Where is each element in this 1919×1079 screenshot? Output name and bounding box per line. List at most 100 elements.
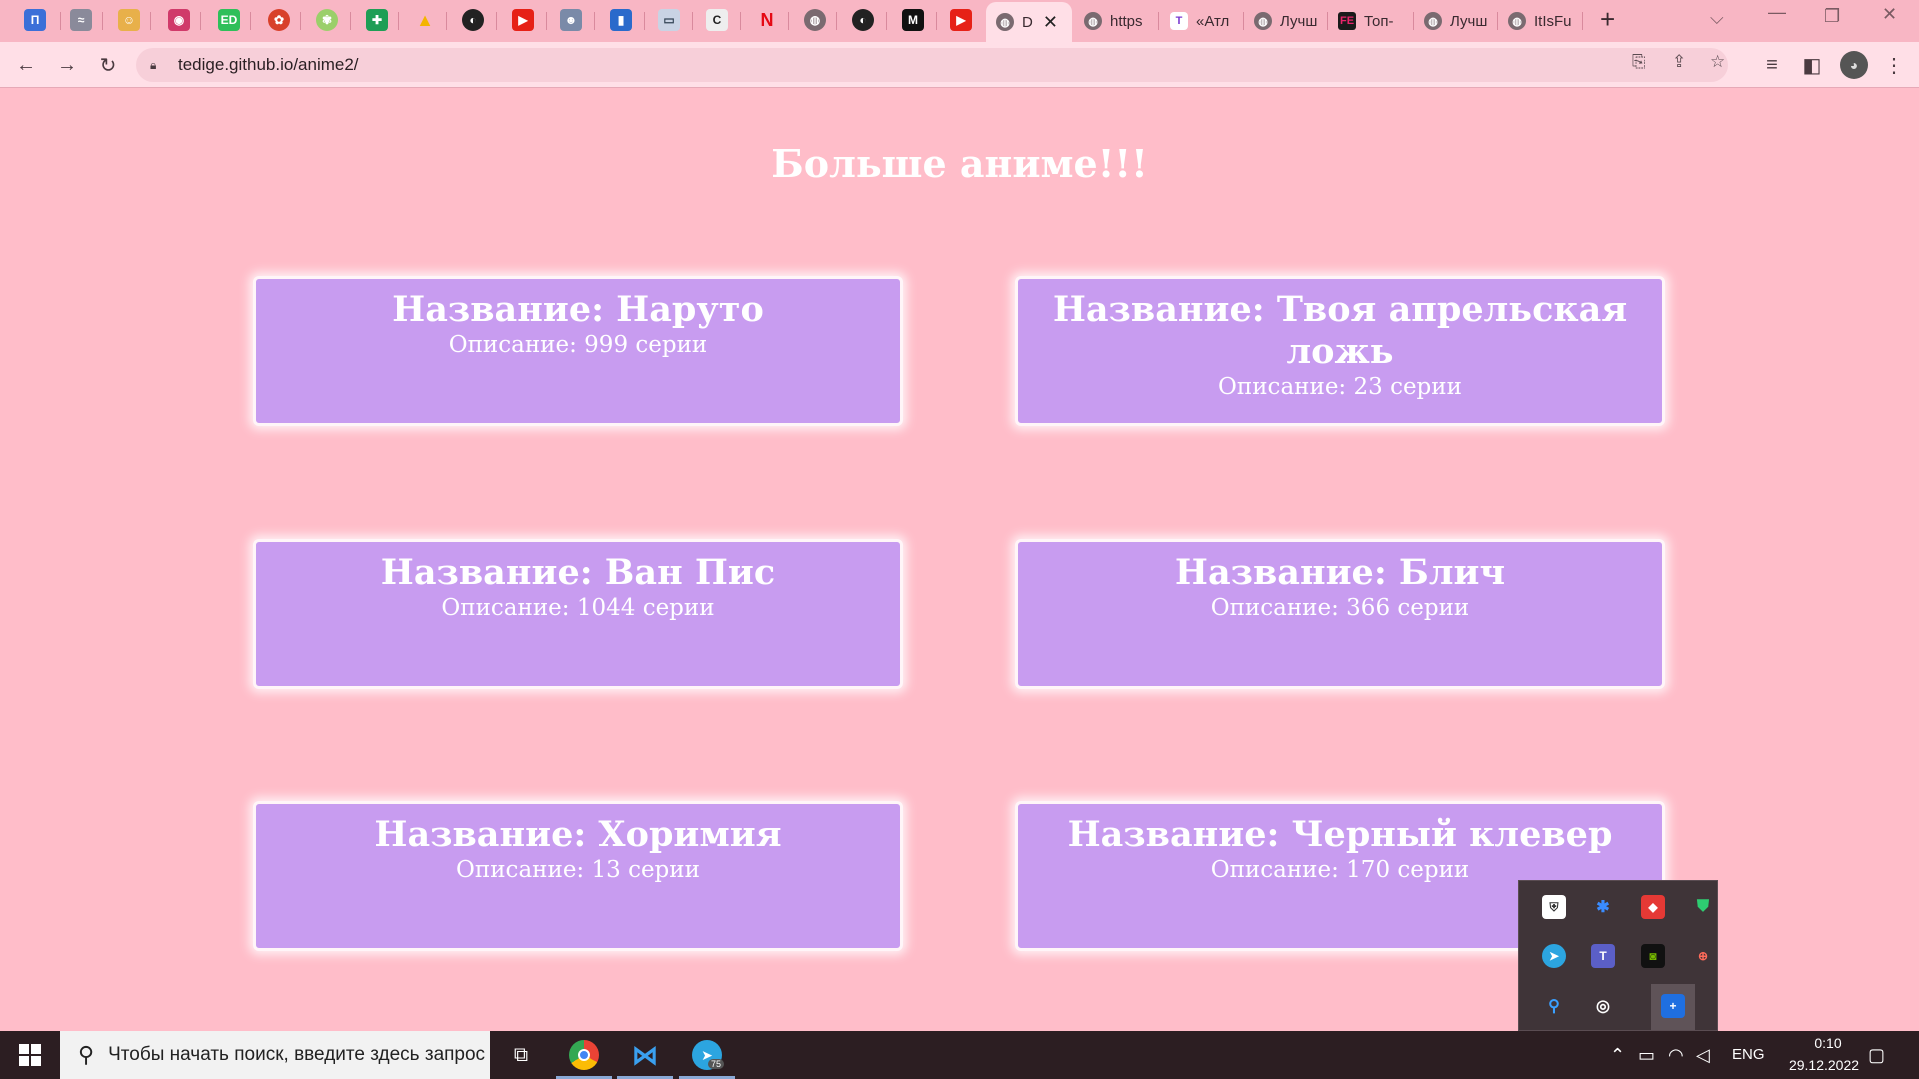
translate-icon[interactable]: ⎘ (1632, 52, 1646, 72)
pinned-tab-12-icon[interactable]: ☻ (560, 9, 582, 31)
search-placeholder: Чтобы начать поиск, введите здесь запрос (108, 1044, 486, 1065)
tab-separator (496, 12, 497, 30)
pinned-tab-13-icon[interactable]: ▮ (610, 9, 632, 31)
minimize-button[interactable]: — (1768, 2, 1786, 23)
tab[interactable]: ◍ https (1074, 0, 1160, 42)
back-button[interactable]: ← (12, 51, 40, 79)
tab-active[interactable]: ◍ D ✕ (986, 2, 1072, 42)
teams-icon[interactable]: T (1591, 944, 1615, 968)
medium-icon[interactable]: M (902, 9, 924, 31)
discord-icon[interactable]: ◎ (1591, 994, 1615, 1018)
start-button[interactable] (0, 1031, 60, 1079)
pinned-tab-2-icon[interactable]: ≈ (70, 9, 92, 31)
notifications-icon[interactable]: ▢ (1868, 1045, 1885, 1066)
pinned-tab-15-icon[interactable]: C (706, 9, 728, 31)
pinned-tab-3-icon[interactable]: ☺ (118, 9, 140, 31)
clock-date[interactable]: 29.12.2022 (1776, 1057, 1872, 1073)
youtube-icon[interactable]: ▶ (512, 9, 534, 31)
tab-separator (936, 12, 937, 30)
tab-separator (250, 12, 251, 30)
clock-time[interactable]: 0:10 (1796, 1035, 1860, 1051)
anime-card: Название: Твоя апрельская ложь Описание:… (1015, 276, 1665, 426)
tab-separator (300, 12, 301, 30)
book-icon[interactable]: ▭ (658, 9, 680, 31)
tab-separator (644, 12, 645, 30)
anime-description: Описание: 366 серии (1210, 595, 1470, 621)
pinned-tab-1-icon[interactable]: П (24, 9, 46, 31)
bluetooth-icon[interactable]: ✱ (1591, 895, 1615, 919)
bookmark-star-icon[interactable]: ☆ (1710, 52, 1725, 72)
anime-name: Название: Хоримия (374, 814, 782, 855)
globe-icon: ◍ (996, 13, 1014, 31)
tab[interactable]: ◍ ItIsFu (1498, 0, 1582, 42)
reload-button[interactable]: ↻ (94, 51, 122, 79)
youtube-icon[interactable]: ▶ (950, 9, 972, 31)
drive-icon[interactable]: ▲ (414, 9, 436, 31)
telegram-icon[interactable]: ➤ (1542, 944, 1566, 968)
tab-label: https (1110, 12, 1143, 30)
anime-name: Название: Ван Пис (380, 552, 776, 593)
pinned-tab-7-icon[interactable]: ✾ (316, 9, 338, 31)
anime-card: Название: Наруто Описание: 999 серии (253, 276, 903, 426)
chrome-icon[interactable] (569, 1040, 599, 1070)
new-tab-button[interactable]: + (1600, 4, 1615, 35)
profile-avatar[interactable]: ◕ (1840, 51, 1868, 79)
tab[interactable]: FE Топ- (1328, 0, 1414, 42)
defender-shield-icon[interactable]: ⛊ (1691, 895, 1715, 919)
close-window-button[interactable]: ✕ (1882, 4, 1897, 25)
reading-list-icon[interactable]: ≡ (1758, 51, 1786, 79)
anime-name: Название: Блич (1174, 552, 1506, 593)
url-text[interactable]: tedige.github.io/anime2/ (178, 55, 359, 75)
tab[interactable]: ◍ Лучш (1414, 0, 1498, 42)
github-icon[interactable]: ◐ (462, 9, 484, 31)
battery-icon[interactable]: ▭ (1638, 1045, 1655, 1066)
share-icon[interactable]: ⇪ (1672, 52, 1686, 72)
anime-card: Название: Блич Описание: 366 серии (1015, 539, 1665, 689)
tab-search-chevron-icon[interactable]: ⌵ (1710, 8, 1724, 29)
tab-label: ItIsFu (1534, 12, 1572, 30)
location-pin-icon[interactable]: ⚲ (1542, 994, 1566, 1018)
sheets-icon[interactable]: ✚ (366, 9, 388, 31)
anime-description: Описание: 13 серии (456, 857, 700, 883)
menu-kebab-icon[interactable]: ⋮ (1880, 51, 1908, 79)
fe-icon: FE (1338, 12, 1356, 30)
anime-name: Название: Твоя апрельская ложь (1052, 289, 1628, 372)
tab[interactable]: T «Атл (1160, 0, 1244, 42)
netflix-icon[interactable]: N (756, 9, 778, 31)
language-indicator[interactable]: ENG (1732, 1046, 1765, 1063)
address-bar[interactable]: 🔒︎ tedige.github.io/anime2/ ⎘ ⇪ ☆ (136, 48, 1728, 82)
ed-icon[interactable]: ED (218, 9, 240, 31)
nvidia-icon[interactable]: ◙ (1641, 944, 1665, 968)
globe-icon[interactable]: ◍ (804, 9, 826, 31)
pinned-tab-4-icon[interactable]: ◉ (168, 9, 190, 31)
tab-separator (350, 12, 351, 30)
pinned-tab-6-icon[interactable]: ✿ (268, 9, 290, 31)
anydesk-icon[interactable]: ◆ (1641, 895, 1665, 919)
security-shield-icon[interactable]: ⛨ (1542, 895, 1566, 919)
anime-card: Название: Ван Пис Описание: 1044 серии (253, 539, 903, 689)
github-icon[interactable]: ◐ (852, 9, 874, 31)
vscode-icon[interactable]: ⋈ (630, 1040, 660, 1070)
tab[interactable]: ◍ Лучш (1244, 0, 1328, 42)
tab-label: Лучш (1280, 12, 1318, 30)
close-tab-icon[interactable]: ✕ (1043, 12, 1058, 33)
page-title: Больше аниме!!! (771, 141, 1148, 186)
browser-toolbar: ← → ↻ 🔒︎ tedige.github.io/anime2/ ⎘ ⇪ ☆ … (0, 42, 1919, 88)
anime-name: Название: Черный клевер (1067, 814, 1613, 855)
app-tray-icon[interactable]: ⊕ (1691, 944, 1715, 968)
show-hidden-icons-chevron-icon[interactable]: ⌃ (1610, 1045, 1625, 1066)
volume-icon[interactable]: ◁ (1696, 1045, 1710, 1066)
tab-separator (446, 12, 447, 30)
tab-label: Топ- (1364, 12, 1394, 30)
forward-button[interactable]: → (53, 51, 81, 79)
taskbar-search-box[interactable]: ⚲ Чтобы начать поиск, введите здесь запр… (60, 1031, 490, 1079)
task-view-icon[interactable]: ⧉ (506, 1040, 536, 1070)
tab-label: D (1022, 13, 1033, 31)
plus-app-icon[interactable]: + (1661, 994, 1685, 1018)
anime-description: Описание: 1044 серии (441, 595, 715, 621)
wifi-icon[interactable]: ◠ (1668, 1045, 1684, 1066)
lock-icon[interactable]: 🔒︎ (150, 58, 162, 72)
side-panel-icon[interactable]: ◧ (1798, 51, 1826, 79)
restore-button[interactable]: ❐ (1824, 6, 1840, 27)
windows-logo-icon (19, 1044, 41, 1066)
